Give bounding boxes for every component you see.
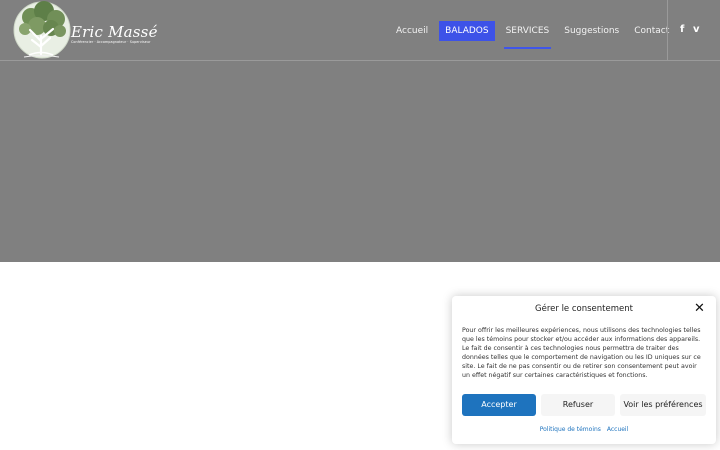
nav-item-suggestions[interactable]: Suggestions [558,21,625,41]
cookie-text: Pour offrir les meilleures expériences, … [462,327,701,379]
nav-item-accueil[interactable]: Accueil [390,21,434,41]
logo-name: Eric Massé [71,23,158,41]
cookie-policy-link[interactable]: Politique de témoins [540,426,601,433]
home-link[interactable]: Accueil [607,426,628,433]
nav-item-balados[interactable]: BALADOS [439,21,495,41]
site-header: Eric Massé Conférencier · Accompagnateur… [0,0,720,61]
refuse-button[interactable]: Refuser [541,394,615,416]
facebook-icon[interactable]: f [680,24,684,36]
preferences-button[interactable]: Voir les préférences [620,394,706,416]
nav-item-services[interactable]: SERVICES [500,21,556,49]
logo-tagline: Conférencier · Accompagnateur · Supervis… [71,40,151,44]
accept-button[interactable]: Accepter [462,394,536,416]
cookie-title: Gérer le consentement [535,304,633,314]
header-divider [667,0,668,61]
site-logo[interactable]: Eric Massé Conférencier · Accompagnateur… [12,0,157,62]
main-nav: Accueil BALADOS SERVICES Suggestions Con… [390,20,678,49]
close-icon[interactable]: ✕ [694,302,705,316]
nav-item-contact[interactable]: Contact [628,21,675,41]
vimeo-icon[interactable]: v [693,24,700,36]
cookie-links: Politique de témoins Accueil [452,426,716,433]
cookie-consent-banner: Gérer le consentement ✕ Pour offrir les … [452,296,716,444]
tree-logo-icon [13,1,71,59]
